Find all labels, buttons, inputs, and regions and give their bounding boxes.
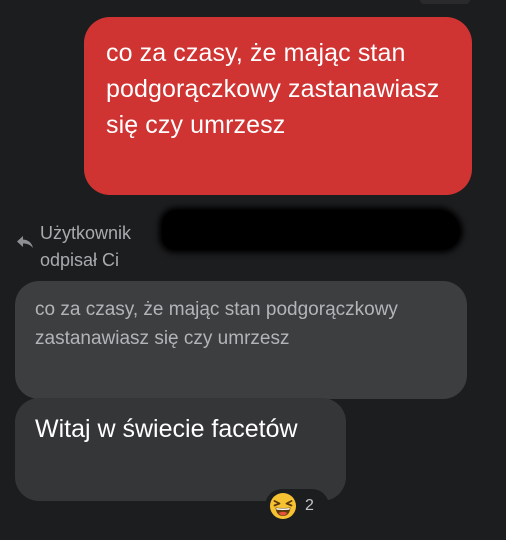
reply-header-line-1: Użytkownik: [40, 223, 132, 243]
received-message-bubble[interactable]: Witaj w świecie facetów: [15, 398, 346, 501]
reaction-badge[interactable]: 2: [265, 489, 329, 523]
previous-message-edge: [420, 0, 470, 4]
quoted-message-text: co za czasy, że mając stan podgorączkowy…: [35, 299, 398, 349]
quoted-message-bubble[interactable]: co za czasy, że mając stan podgorączkowy…: [15, 281, 467, 399]
redacted-username: [162, 210, 460, 250]
reply-arrow-icon: [17, 236, 33, 248]
reaction-count: 2: [305, 497, 314, 514]
sent-message-bubble[interactable]: co za czasy, że mając stan podgorączkowy…: [84, 17, 472, 195]
received-message-text: Witaj w świecie facetów: [35, 415, 298, 443]
reply-header-text: Użytkownik odpisał Ci: [40, 220, 131, 274]
laughing-face-icon: [270, 493, 296, 519]
reply-header-line-2: odpisał Ci: [40, 250, 120, 270]
sent-message-text: co za czasy, że mając stan podgorączkowy…: [106, 39, 440, 139]
